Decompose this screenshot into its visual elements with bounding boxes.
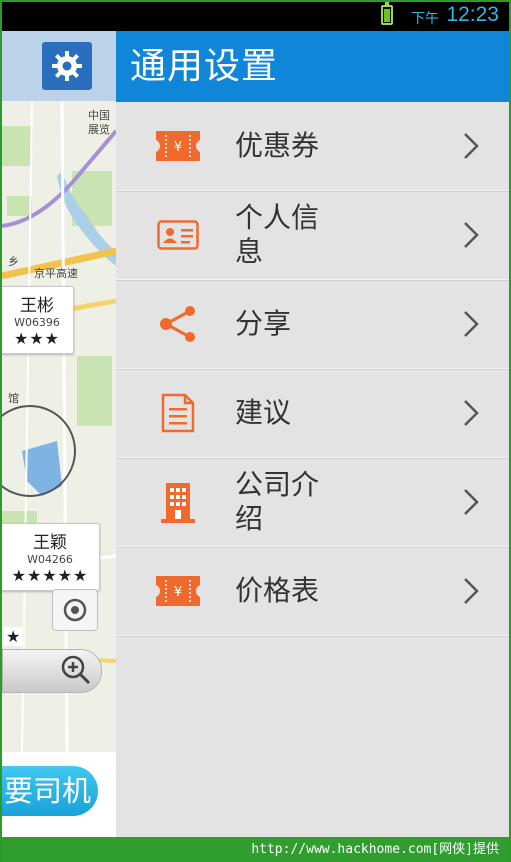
map-label-exhibition: 展览: [88, 122, 110, 136]
zoom-in-icon[interactable]: [59, 653, 93, 687]
chevron-right-icon: [464, 400, 479, 426]
menu-item-label: 建议: [235, 396, 292, 429]
svg-text:¥: ¥: [174, 140, 182, 155]
settings-gear-button[interactable]: [42, 42, 92, 90]
share-icon: [156, 304, 200, 344]
driver-rating-partial: ★: [4, 627, 23, 646]
price-ticket-icon: ¥: [156, 571, 200, 611]
status-clock: 12:23: [446, 3, 499, 26]
map-view[interactable]: 中国 展览 乡 京平高速 馆 王彬 W06396 ★★★ 王颖 W04266 ★…: [2, 31, 116, 752]
locate-icon: [63, 598, 87, 622]
menu-item-label: 公司介绍: [235, 468, 320, 535]
chevron-right-icon: [464, 222, 479, 248]
driver-id: W06396: [14, 316, 60, 329]
drawer-title: 通用设置: [116, 31, 509, 102]
driver-name: 王颖: [33, 533, 67, 553]
menu-item-label: 价格表: [235, 574, 320, 607]
settings-drawer: 通用设置 ¥ 优惠券 个人信息 分享 建议 公司介绍 ¥ 价格表: [116, 31, 509, 837]
menu-item-price-list[interactable]: ¥ 价格表: [116, 547, 509, 636]
status-ampm: 下午: [411, 11, 439, 27]
menu-item-share[interactable]: 分享: [116, 280, 509, 369]
chevron-right-icon: [464, 311, 479, 337]
driver-id: W04266: [27, 553, 73, 566]
driver-name: 王彬: [20, 296, 54, 316]
map-toolbar: [2, 31, 116, 101]
menu-item-profile[interactable]: 个人信息: [116, 191, 509, 280]
menu-item-company[interactable]: 公司介绍: [116, 458, 509, 547]
zoom-control[interactable]: [2, 649, 102, 693]
battery-icon: [381, 2, 393, 25]
chevron-right-icon: [464, 489, 479, 515]
building-icon: [156, 482, 200, 523]
menu-item-label: 个人信息: [235, 201, 320, 268]
driver-marker-2[interactable]: 王颖 W04266 ★★★★★: [2, 523, 100, 591]
gear-icon: [52, 51, 82, 81]
id-card-icon: [156, 215, 200, 255]
driver-marker-1[interactable]: 王彬 W06396 ★★★: [2, 286, 74, 354]
driver-rating: ★★★: [13, 329, 61, 348]
menu-item-label: 优惠券: [235, 129, 320, 162]
locate-button[interactable]: [52, 589, 98, 631]
document-icon: [156, 393, 200, 433]
chevron-right-icon: [464, 133, 479, 159]
svg-text:¥: ¥: [174, 585, 182, 600]
map-label-xiang: 乡: [8, 255, 19, 268]
chevron-right-icon: [464, 578, 479, 604]
map-label-guan: 馆: [8, 391, 19, 405]
request-driver-button[interactable]: 要司机: [2, 766, 98, 816]
menu-item-label: 分享: [235, 307, 292, 340]
footer-credit: http://www.hackhome.com[网侠]提供: [0, 837, 511, 862]
driver-rating: ★★★★★: [11, 566, 89, 585]
menu-item-coupons[interactable]: ¥ 优惠券: [116, 102, 509, 191]
map-label-highway: 京平高速: [34, 266, 78, 280]
map-label-china: 中国: [88, 109, 110, 122]
menu-item-feedback[interactable]: 建议: [116, 369, 509, 458]
status-bar: 下午 12:23: [0, 0, 511, 31]
coupon-icon: ¥: [156, 126, 200, 166]
